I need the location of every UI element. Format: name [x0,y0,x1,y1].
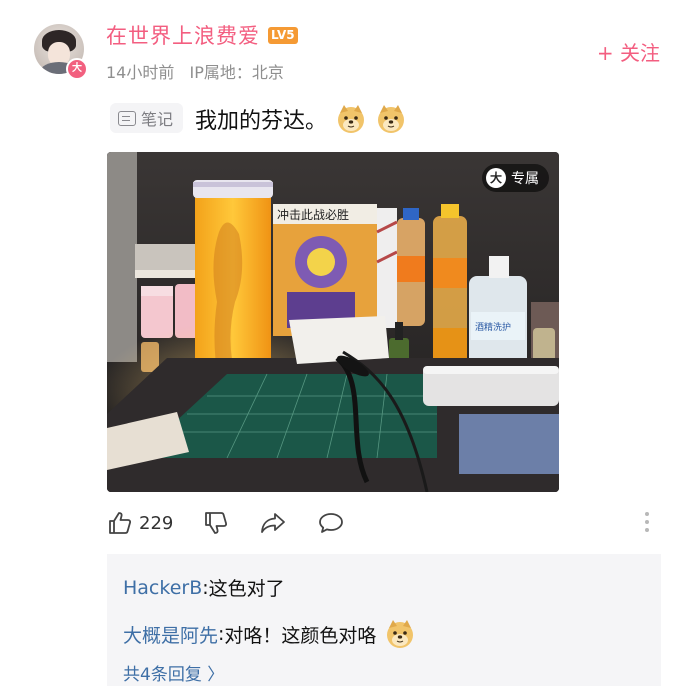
note-tag[interactable]: 笔记 [110,103,184,133]
share-button[interactable] [259,510,287,536]
note-icon [118,110,136,126]
exclusive-label: 专属 [511,171,539,187]
dislike-button[interactable] [203,510,229,536]
more-options-icon[interactable] [644,510,650,534]
comment-author[interactable]: HackerB [123,577,202,599]
level-badge: LV5 [268,27,298,44]
comment-item[interactable]: HackerB : 这色对了 [123,574,285,601]
comments-preview: HackerB : 这色对了 大概是阿先 : 对咯！这颜色对咯 共4条回复 〉 [107,554,661,686]
exclusive-badge: 大 专属 [482,164,549,192]
post-text-row: 我加的芬达。 [195,103,407,135]
doge-emoji-icon [338,105,365,133]
post-text: 我加的芬达。 [195,109,328,134]
svg-text:冲击此战必胜: 冲击此战必胜 [277,207,349,222]
share-icon [261,513,286,533]
note-tag-label: 笔记 [141,110,174,129]
comment-button[interactable] [317,510,345,536]
photo-scene: 冲击此战必胜 酒精洗护 [107,152,559,492]
exclusive-icon: 大 [486,168,506,188]
follow-button[interactable]: + 关注 [597,37,660,66]
comment-author[interactable]: 大概是阿先 [123,621,218,648]
post-photo[interactable]: 冲击此战必胜 酒精洗护 大 专属 [107,152,559,492]
post-time: 14小时前 [106,63,175,82]
doge-emoji-icon [378,105,405,133]
thumbs-up-icon [109,512,132,534]
like-button[interactable]: 229 [107,510,173,536]
post-meta: 14小时前 IP属地：北京 [106,59,294,83]
like-count: 229 [139,512,174,534]
comment-icon [319,513,344,533]
username[interactable]: 在世界上浪费爱 [106,20,260,50]
action-bar: 229 [107,505,375,541]
view-replies-link[interactable]: 共4条回复 〉 [123,660,224,685]
thumbs-down-icon [205,512,228,534]
ip-location: IP属地：北京 [189,63,284,82]
comment-text: 对咯！这颜色对咯 [224,624,377,647]
svg-text:酒精洗护: 酒精洗护 [475,321,511,333]
avatar-badge: 大 [66,58,88,80]
doge-emoji-icon [387,620,414,648]
comment-item[interactable]: 大概是阿先 : 对咯！这颜色对咯 [123,618,416,650]
comment-text: 这色对了 [208,578,285,600]
